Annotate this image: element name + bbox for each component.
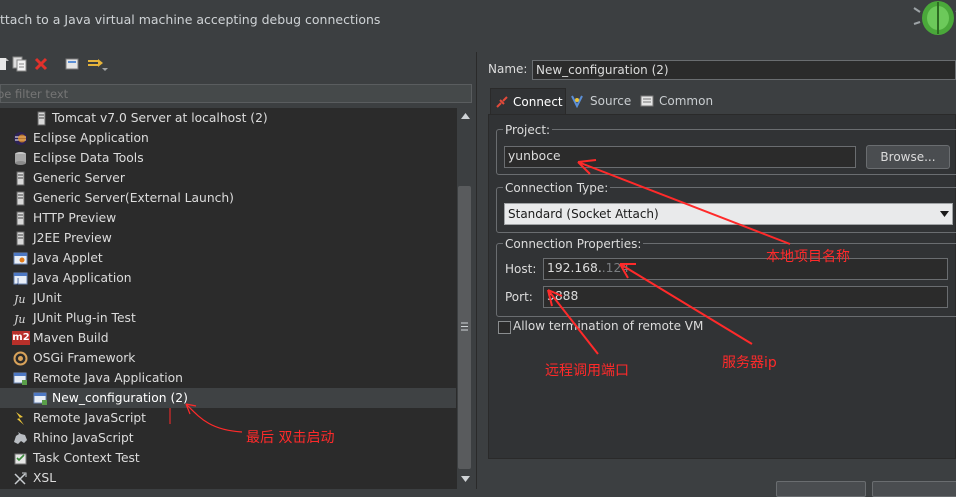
annotation-remote-port: 远程调用端口 — [545, 363, 629, 379]
annotation-server-ip: 服务器ip — [722, 355, 777, 371]
annotation-arrows — [169, 159, 791, 433]
annotation-project-name: 本地项目名称 — [766, 249, 850, 265]
annotation-double-click: 最后 双击启动 — [246, 430, 335, 446]
